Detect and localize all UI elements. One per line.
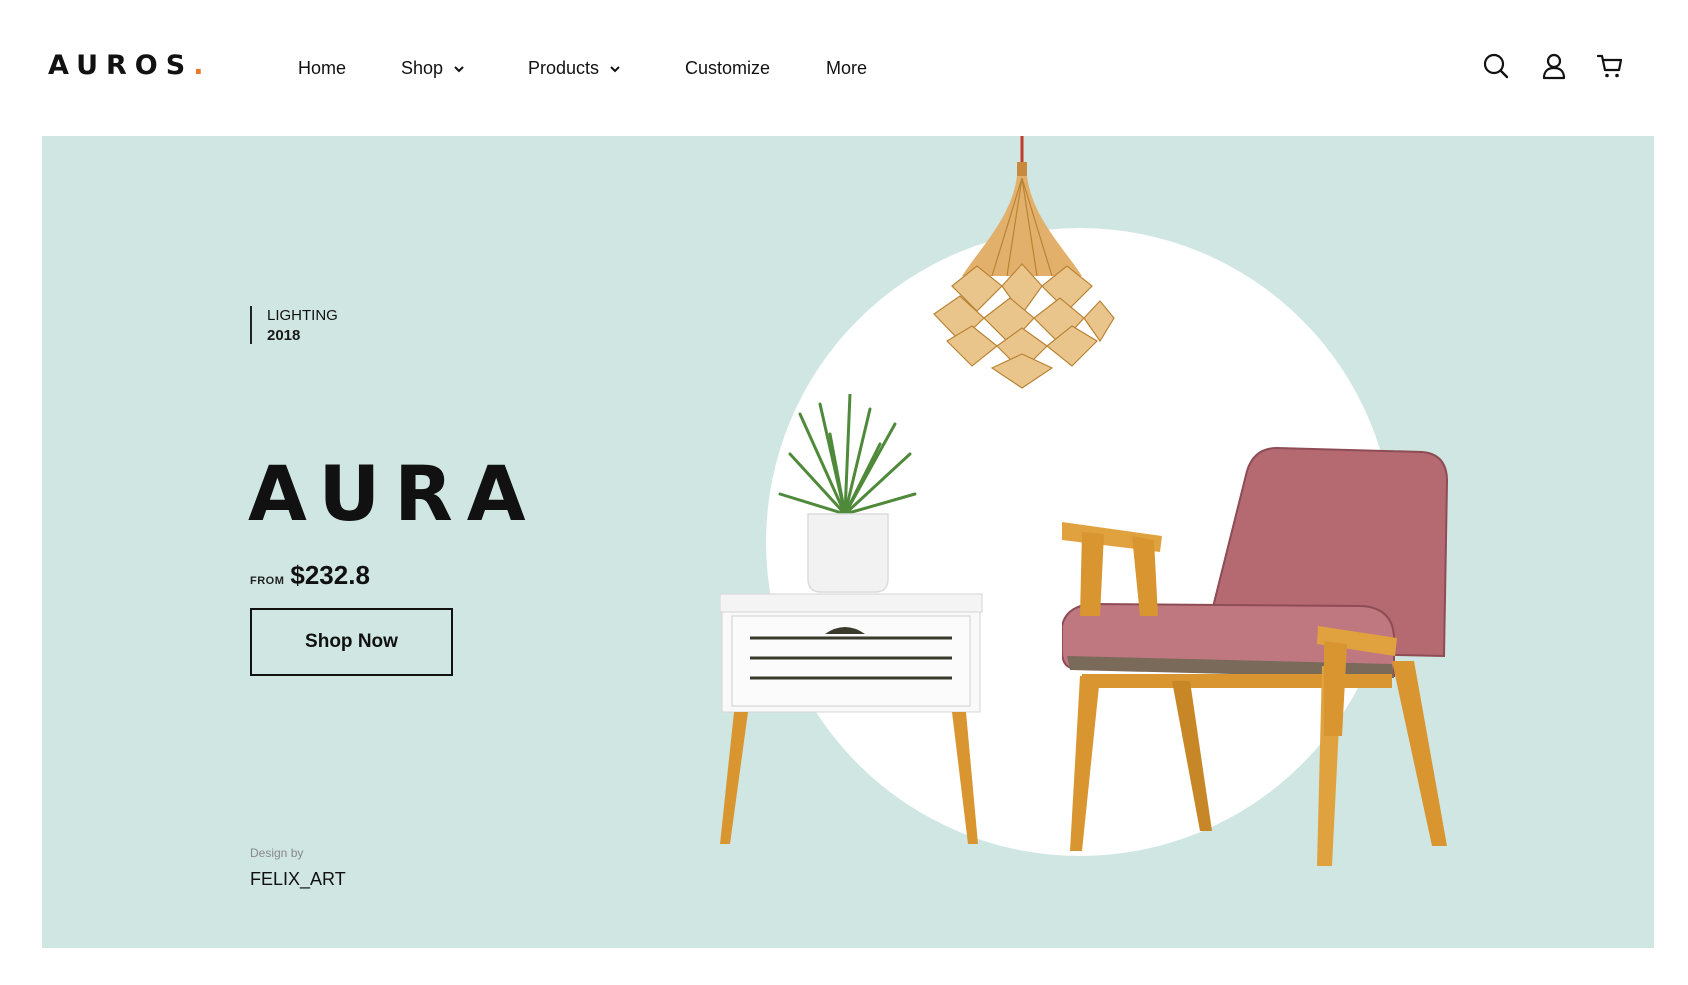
- nav-more-label: More: [826, 58, 868, 78]
- nav-home-label: Home: [298, 58, 347, 78]
- chevron-down-icon: [454, 65, 464, 72]
- nav-shop-label: Shop: [401, 58, 444, 78]
- collection-category: LIGHTING: [267, 307, 338, 324]
- brand-logo[interactable]: AUROS.: [48, 50, 203, 81]
- price-row: FROM $232.8: [250, 560, 370, 591]
- nav-shop[interactable]: Shop: [401, 58, 465, 79]
- chevron-down-icon: [610, 65, 620, 72]
- pendant-lamp-image: [933, 136, 1115, 389]
- hero-banner: LIGHTING 2018 AURA FROM $232.8 Shop Now …: [42, 136, 1654, 948]
- nav-customize-label: Customize: [685, 58, 771, 78]
- brand-name: AUROS: [48, 50, 194, 81]
- cart-icon[interactable]: [1596, 52, 1624, 80]
- nav-customize[interactable]: Customize: [685, 58, 770, 79]
- design-by-label: Design by: [250, 846, 304, 860]
- nav-home[interactable]: Home: [298, 58, 346, 79]
- price-value: $232.8: [290, 560, 370, 590]
- hero-title: AURA: [248, 449, 540, 538]
- user-icon[interactable]: [1540, 52, 1568, 80]
- nav-products[interactable]: Products: [528, 58, 621, 79]
- site-header: AUROS. Home Shop Products Customize More: [0, 0, 1688, 136]
- shop-now-button[interactable]: Shop Now: [250, 608, 453, 676]
- search-icon[interactable]: [1482, 52, 1510, 80]
- armchair-image: [1062, 446, 1449, 866]
- collection-year: 2018: [267, 327, 301, 344]
- price-prefix: FROM: [250, 575, 285, 587]
- nav-more[interactable]: More: [826, 58, 867, 79]
- collection-tag: LIGHTING 2018: [250, 306, 338, 344]
- nav-products-label: Products: [528, 58, 600, 78]
- designer-name: FELIX_ART: [250, 869, 346, 889]
- brand-dot: .: [193, 50, 204, 81]
- side-table-image: [720, 394, 983, 844]
